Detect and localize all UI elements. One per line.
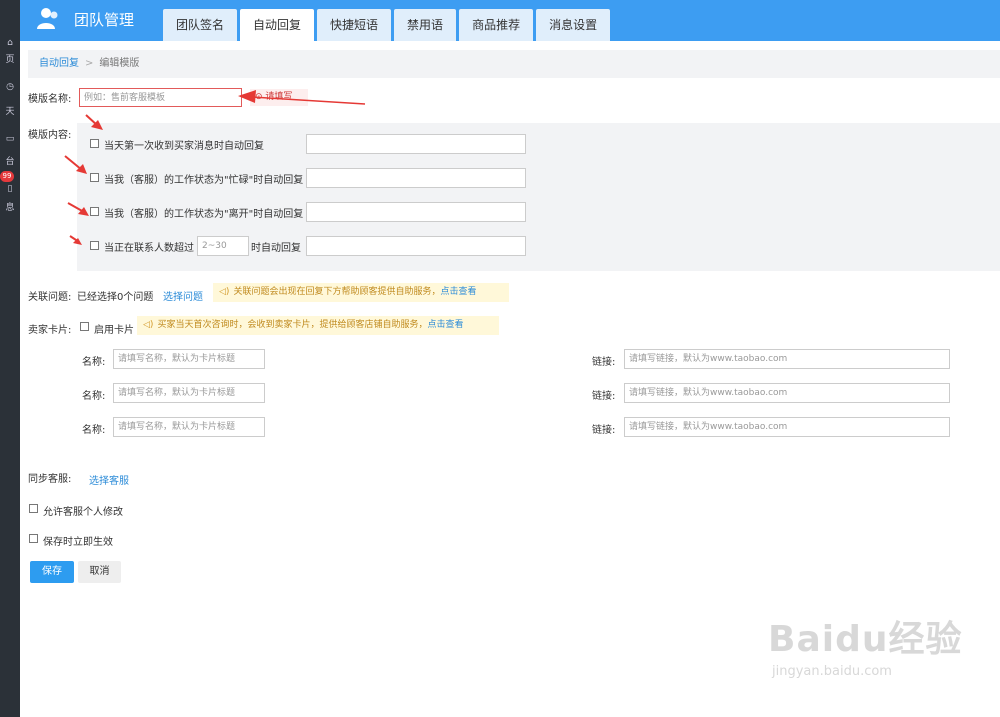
tab-auto-reply[interactable]: 自动回复 (240, 9, 315, 41)
contacts-count-input[interactable] (197, 236, 249, 256)
card-link-label-1: 链接: (592, 357, 616, 368)
tab-product-recommend[interactable]: 商品推荐 (459, 9, 534, 41)
related-questions-tip: ◁) 关联问题会出现在回复下方帮助顾客提供自助服务，点击查看 (213, 283, 509, 302)
breadcrumb-separator: > (85, 58, 94, 69)
card-link-label-2: 链接: (592, 391, 616, 402)
card-name-label-1: 名称: (82, 357, 106, 368)
contacts-count-suffix: 时自动回复 (251, 243, 301, 254)
monitor-icon[interactable]: ▭ (0, 134, 20, 144)
left-sidebar: ⌂ 页 ◷ 天 ▭ 台 99 ▯ 息 (0, 0, 20, 717)
option-busy-label: 当我（客服）的工作状态为"忙碌"时自动回复 (104, 175, 304, 186)
sidebar-item-1[interactable]: 页 (0, 52, 20, 65)
clock-icon[interactable]: ◷ (0, 82, 20, 92)
option-busy-reply-input[interactable] (306, 168, 526, 188)
effective-immediately-label: 保存时立即生效 (43, 537, 113, 548)
sidebar-item-3[interactable]: 台 (0, 154, 20, 167)
option-away-label: 当我（客服）的工作状态为"离开"时自动回复 (104, 209, 304, 220)
save-button[interactable]: 保存 (30, 561, 74, 583)
tab-message-settings[interactable]: 消息设置 (536, 9, 611, 41)
sidebar-item-4[interactable]: 息 (0, 200, 20, 213)
message-count-badge: 99 (0, 171, 14, 182)
seller-card-view-link[interactable]: 点击查看 (427, 320, 463, 330)
speaker-icon: ◁) (143, 320, 154, 330)
breadcrumb-auto-reply-link[interactable]: 自动回复 (39, 58, 79, 69)
select-agents-link[interactable]: 选择客服 (89, 472, 129, 487)
tab-team-signature[interactable]: 团队签名 (163, 9, 238, 41)
seller-card-label: 卖家卡片: (28, 325, 72, 336)
option-contacts-exceed-label: 当正在联系人数超过 (104, 243, 194, 254)
select-questions-link[interactable]: 选择问题 (163, 288, 203, 303)
tab-quick-phrases[interactable]: 快捷短语 (317, 9, 392, 41)
template-content-label: 模版内容: (28, 130, 72, 141)
enable-card-checkbox[interactable] (80, 322, 89, 331)
sidebar-item-2[interactable]: 天 (0, 104, 20, 117)
sync-agents-label: 同步客服: (28, 474, 72, 485)
watermark-url: jingyan.baidu.com (772, 664, 892, 679)
allow-edit-label: 允许客服个人修改 (43, 507, 123, 518)
related-questions-tip-text: 关联问题会出现在回复下方帮助顾客提供自助服务， (233, 287, 441, 297)
top-header: 团队管理 团队签名 自动回复 快捷短语 禁用语 商品推荐 消息设置 (20, 0, 1000, 41)
card-name-input-3[interactable] (113, 417, 265, 437)
template-name-label: 模版名称: (28, 94, 72, 105)
team-icon (37, 8, 58, 29)
baidu-watermark: Baidu经验 jingyan.baidu.com (768, 610, 962, 679)
allow-edit-checkbox[interactable] (29, 504, 38, 513)
related-questions-view-link[interactable]: 点击查看 (440, 287, 476, 297)
option-away-checkbox[interactable] (90, 207, 99, 216)
related-questions-count: 已经选择0个问题 (77, 292, 154, 303)
seller-card-tip-text: 买家当天首次咨询时，会收到卖家卡片，提供给顾客店铺自助服务， (157, 320, 428, 330)
related-questions-label: 关联问题: (28, 292, 72, 303)
breadcrumb: 自动回复 > 编辑模版 (28, 50, 1000, 78)
cancel-button[interactable]: 取消 (78, 561, 121, 583)
home-icon[interactable]: ⌂ (0, 38, 20, 48)
card-name-input-2[interactable] (113, 383, 265, 403)
effective-immediately-checkbox[interactable] (29, 534, 38, 543)
card-link-label-3: 链接: (592, 425, 616, 436)
card-link-input-2[interactable] (624, 383, 950, 403)
card-link-input-1[interactable] (624, 349, 950, 369)
message-icon[interactable]: ▯ (0, 184, 20, 194)
warning-icon: ⊙ (255, 92, 266, 102)
option-away-reply-input[interactable] (306, 202, 526, 222)
card-name-label-3: 名称: (82, 425, 106, 436)
name-required-tip: ⊙ 请填写 (250, 89, 308, 106)
template-name-input[interactable] (79, 88, 242, 107)
breadcrumb-current: 编辑模版 (99, 58, 140, 69)
option-contacts-exceed-checkbox[interactable] (90, 241, 99, 250)
seller-card-tip: ◁) 买家当天首次咨询时，会收到卖家卡片，提供给顾客店铺自助服务，点击查看 (137, 316, 499, 335)
option-first-message-checkbox[interactable] (90, 139, 99, 148)
option-contacts-exceed-reply-input[interactable] (306, 236, 526, 256)
name-required-tip-text: 请填写 (265, 92, 293, 102)
option-first-message-label: 当天第一次收到买家消息时自动回复 (104, 141, 264, 152)
card-link-input-3[interactable] (624, 417, 950, 437)
speaker-icon: ◁) (219, 287, 230, 297)
option-busy-checkbox[interactable] (90, 173, 99, 182)
tab-banned-words[interactable]: 禁用语 (394, 9, 457, 41)
enable-card-label: 启用卡片 (94, 325, 134, 336)
watermark-logo-text: Baidu经验 (768, 619, 963, 660)
app-title: 团队管理 (74, 11, 135, 29)
card-name-label-2: 名称: (82, 391, 106, 402)
tab-bar: 团队签名 自动回复 快捷短语 禁用语 商品推荐 消息设置 (163, 9, 613, 41)
card-name-input-1[interactable] (113, 349, 265, 369)
option-first-message-reply-input[interactable] (306, 134, 526, 154)
